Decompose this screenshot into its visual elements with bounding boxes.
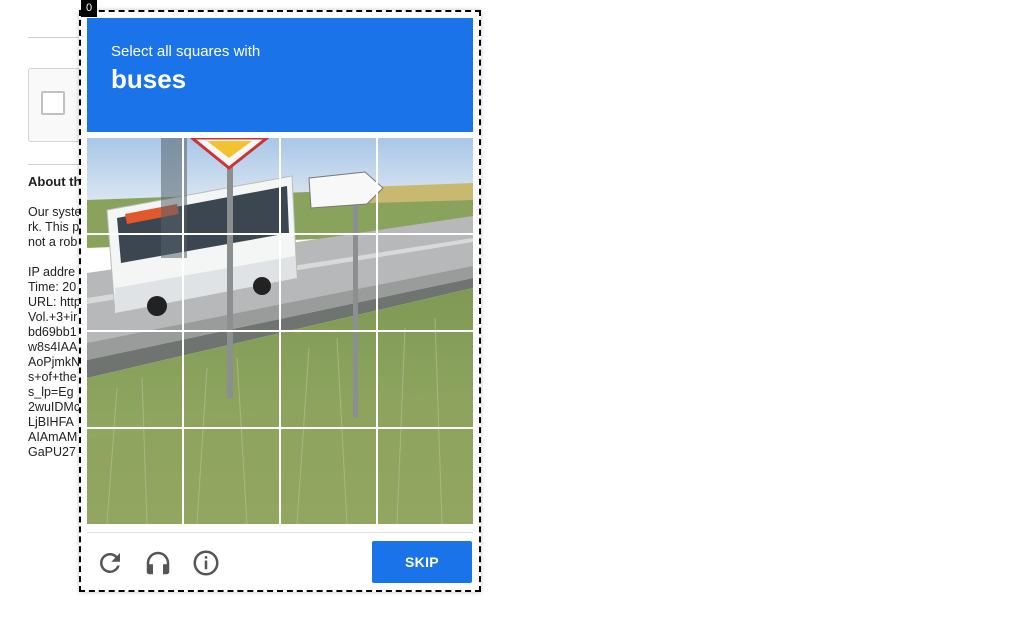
image-tile-13[interactable] bbox=[87, 429, 182, 524]
image-grid bbox=[87, 138, 473, 524]
image-tile-15[interactable] bbox=[281, 429, 376, 524]
image-tile-2[interactable] bbox=[184, 138, 279, 233]
challenge-header: Select all squares with buses bbox=[87, 18, 473, 132]
about-heading: About th bbox=[28, 174, 82, 189]
image-tile-16[interactable] bbox=[378, 429, 473, 524]
recaptcha-checkbox[interactable] bbox=[41, 91, 65, 115]
image-tile-8[interactable] bbox=[378, 235, 473, 330]
reload-icon[interactable] bbox=[95, 548, 125, 578]
image-tile-3[interactable] bbox=[281, 138, 376, 233]
grid-line bbox=[87, 330, 473, 332]
image-tile-11[interactable] bbox=[281, 332, 376, 427]
about-text: Our syste rk. This p not a rob bbox=[28, 205, 82, 249]
audio-headphones-icon[interactable] bbox=[143, 548, 173, 578]
image-tile-4[interactable] bbox=[378, 138, 473, 233]
skip-button[interactable]: SKIP bbox=[372, 541, 472, 583]
image-tile-1[interactable] bbox=[87, 138, 182, 233]
frame-index-label: 0 bbox=[81, 0, 97, 17]
image-tile-12[interactable] bbox=[378, 332, 473, 427]
grid-line bbox=[87, 427, 473, 429]
info-icon[interactable] bbox=[191, 548, 221, 578]
challenge-instruction: Select all squares with bbox=[111, 43, 261, 60]
image-tile-10[interactable] bbox=[184, 332, 279, 427]
challenge-target: buses bbox=[111, 64, 187, 94]
image-tile-9[interactable] bbox=[87, 332, 182, 427]
image-tile-5[interactable] bbox=[87, 235, 182, 330]
image-tile-7[interactable] bbox=[281, 235, 376, 330]
image-tile-6[interactable] bbox=[184, 235, 279, 330]
request-details: IP addre Time: 20 URL: http Vol.+3+ir bd… bbox=[28, 265, 81, 459]
image-tile-14[interactable] bbox=[184, 429, 279, 524]
footer-divider bbox=[87, 532, 473, 533]
grid-line bbox=[87, 233, 473, 235]
